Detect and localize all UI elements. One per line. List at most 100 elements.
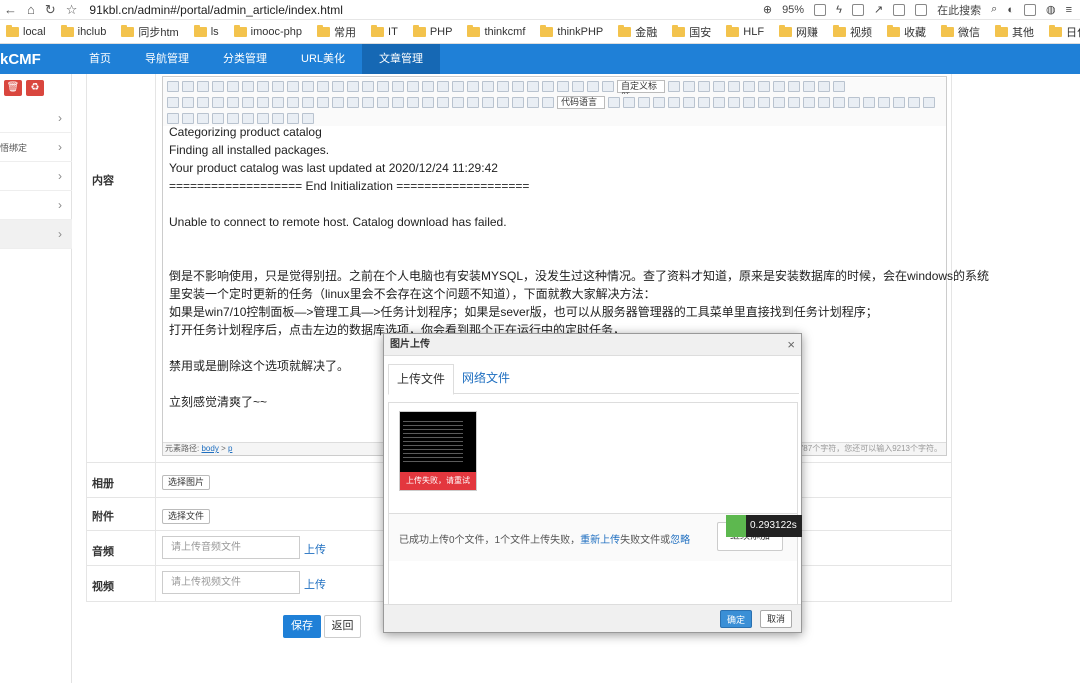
ok-button[interactable]: 确定 (720, 610, 752, 628)
toolbar-button-icon[interactable] (728, 96, 740, 108)
bookmark-item[interactable]: 其他 (989, 20, 1043, 43)
sidebar-item-5[interactable]: › (0, 220, 72, 249)
toolbar-button-icon[interactable] (653, 96, 665, 108)
toolbar-button-icon[interactable] (257, 112, 269, 124)
toolbar-button-icon[interactable] (893, 96, 905, 108)
toolbar-button-icon[interactable] (362, 96, 374, 108)
home-icon[interactable]: ⌂ (27, 2, 35, 17)
toolbar-button-icon[interactable] (878, 96, 890, 108)
bookmark-item[interactable]: local (0, 20, 55, 43)
back-icon[interactable]: ← (4, 2, 17, 17)
nav-tab-article[interactable]: 文章管理 (362, 44, 441, 74)
cancel-button[interactable]: 取消 (760, 610, 792, 628)
tab-online-file[interactable]: 网络文件 (462, 364, 510, 394)
toolbar-button-icon[interactable] (467, 80, 479, 92)
close-icon[interactable]: × (787, 334, 795, 356)
toolbar-button-icon[interactable] (848, 96, 860, 108)
toolbar-button-icon[interactable] (698, 80, 710, 92)
toolbar-button-icon[interactable] (668, 80, 680, 92)
toolbar-button-icon[interactable] (392, 80, 404, 92)
share-icon[interactable]: ↗ (874, 3, 883, 16)
toolbar-button-icon[interactable] (362, 80, 374, 92)
wechat-icon[interactable]: ◍ (1046, 3, 1056, 16)
toolbar-button-icon[interactable] (257, 80, 269, 92)
toolbar-button-icon[interactable] (638, 96, 650, 108)
bookmark-item[interactable]: HLF (720, 20, 773, 43)
toolbar-button-icon[interactable] (422, 80, 434, 92)
toolbar-button-icon[interactable] (863, 96, 875, 108)
toolbar-button-icon[interactable] (698, 96, 710, 108)
toolbar-button-icon[interactable] (287, 112, 299, 124)
toolbar-button-icon[interactable] (212, 112, 224, 124)
collections-icon[interactable] (893, 3, 906, 16)
toolbar-button-icon[interactable] (197, 112, 209, 124)
toolbar-button-icon[interactable] (182, 80, 194, 92)
search-box[interactable]: 在此搜索 (937, 2, 981, 18)
sidebar-item-3[interactable]: › (0, 162, 72, 191)
toolbar-button-icon[interactable] (257, 96, 269, 108)
toolbar-button-icon[interactable] (758, 80, 770, 92)
address-bar[interactable]: 91kbl.cn/admin#/portal/admin_article/ind… (89, 3, 342, 17)
toolbar-button-icon[interactable] (713, 96, 725, 108)
refresh-icon[interactable]: ↻ (45, 2, 56, 18)
zoom-level[interactable]: 95% (782, 4, 804, 16)
trash-icon[interactable]: 🗑 (4, 80, 22, 96)
toolbar-button-icon[interactable] (512, 96, 524, 108)
toolbar-button-icon[interactable] (182, 112, 194, 124)
toolbar-button-icon[interactable] (683, 96, 695, 108)
toolbar-button-icon[interactable] (272, 80, 284, 92)
nav-tab-url[interactable]: URL美化 (284, 44, 362, 74)
toolbar-button-icon[interactable] (788, 80, 800, 92)
toolbar-button-icon[interactable] (683, 80, 695, 92)
qr-icon[interactable] (814, 3, 827, 16)
bookmark-item[interactable]: thinkcmf (461, 20, 534, 43)
toolbar-button-icon[interactable] (542, 80, 554, 92)
toolbar-button-icon[interactable] (467, 96, 479, 108)
toolbar-button-icon[interactable] (242, 80, 254, 92)
toolbar-button-icon[interactable] (542, 96, 554, 108)
toolbar-button-icon[interactable] (422, 96, 434, 108)
toolbar-button-icon[interactable] (557, 80, 569, 92)
bookmark-item[interactable]: 收藏 (881, 20, 935, 43)
toolbar-button-icon[interactable] (758, 96, 770, 108)
toolbar-button-icon[interactable] (773, 96, 785, 108)
toolbar-button-icon[interactable] (572, 80, 584, 92)
toolbar-button-icon[interactable] (482, 80, 494, 92)
bookmark-item[interactable]: ls (188, 20, 228, 43)
ignore-link[interactable]: 忽略 (670, 535, 690, 546)
toolbar-button-icon[interactable] (803, 80, 815, 92)
element-path-p[interactable]: p (228, 444, 232, 453)
toolbar-button-icon[interactable] (197, 80, 209, 92)
bookmark-item[interactable]: 网赚 (773, 20, 827, 43)
bookmark-item[interactable]: 同步htm (115, 20, 187, 43)
toolbar-button-icon[interactable] (587, 80, 599, 92)
toolbar-button-icon[interactable] (197, 96, 209, 108)
bookmark-item[interactable]: 金融 (612, 20, 666, 43)
sidebar-item-2[interactable]: 悟绑定 › (0, 133, 72, 162)
toolbar-button-icon[interactable] (212, 96, 224, 108)
bookmark-item[interactable]: IT (365, 20, 407, 43)
toolbar-button-icon[interactable] (482, 96, 494, 108)
game-icon[interactable]: ◐ (1007, 4, 1014, 16)
toolbar-button-icon[interactable] (317, 80, 329, 92)
toolbar-button-icon[interactable] (437, 96, 449, 108)
reader-icon[interactable] (851, 3, 864, 16)
toolbar-button-icon[interactable] (302, 112, 314, 124)
bookmark-item[interactable]: 国安 (666, 20, 720, 43)
video-upload-link[interactable]: 上传 (304, 576, 326, 592)
code-language-select[interactable]: 代码语言 (557, 95, 605, 109)
toolbar-button-icon[interactable] (317, 96, 329, 108)
toolbar-button-icon[interactable] (332, 80, 344, 92)
element-path-body[interactable]: body (201, 444, 218, 453)
bookmark-item[interactable]: 日化 (1043, 20, 1080, 43)
audio-input[interactable]: 请上传音频文件 (162, 536, 300, 559)
toolbar-button-icon[interactable] (212, 80, 224, 92)
toolbar-button-icon[interactable] (818, 80, 830, 92)
toolbar-button-icon[interactable] (272, 112, 284, 124)
toolbar-button-icon[interactable] (728, 80, 740, 92)
toolbar-button-icon[interactable] (803, 96, 815, 108)
toolbar-button-icon[interactable] (302, 96, 314, 108)
toolbar-button-icon[interactable] (272, 96, 284, 108)
toolbar-button-icon[interactable] (608, 96, 620, 108)
toolbar-button-icon[interactable] (302, 80, 314, 92)
